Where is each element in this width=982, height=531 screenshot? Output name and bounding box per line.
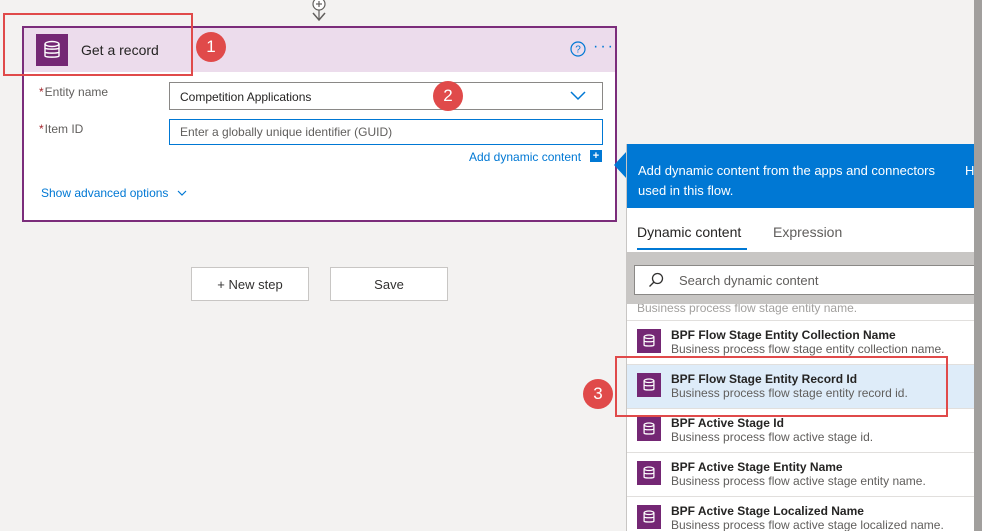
- save-button[interactable]: Save: [330, 267, 448, 301]
- svg-text:?: ?: [575, 45, 581, 56]
- item-id-label: *Item ID: [39, 122, 84, 136]
- search-area: [627, 252, 982, 304]
- panel-header: Add dynamic content from the apps and co…: [627, 144, 982, 208]
- entity-name-dropdown[interactable]: Competition Applications: [169, 82, 603, 110]
- help-icon[interactable]: ?: [570, 41, 586, 57]
- annotation-box-3: [615, 356, 948, 417]
- panel-header-overflow: H: [965, 163, 975, 178]
- tab-expression[interactable]: Expression: [773, 224, 842, 240]
- chevron-down-icon: [177, 190, 187, 196]
- add-dynamic-content-link[interactable]: Add dynamic content: [469, 150, 581, 164]
- new-step-button[interactable]: + New step: [191, 267, 309, 301]
- item-title: BPF Active Stage Id: [671, 416, 784, 430]
- item-id-input[interactable]: [170, 120, 602, 144]
- item-description: Business process flow active stage local…: [671, 518, 944, 531]
- connector-arrow-icon: [312, 0, 326, 22]
- list-item-partial: Business process flow stage entity name.: [637, 304, 858, 315]
- panel-tabs: Dynamic content Expression: [627, 208, 982, 252]
- chevron-down-icon: [570, 91, 586, 101]
- annotation-badge-3: 3: [583, 379, 613, 409]
- item-title: BPF Active Stage Localized Name: [671, 504, 864, 518]
- list-item[interactable]: BPF Active Stage Entity Name Business pr…: [627, 452, 982, 496]
- window-edge: [974, 0, 982, 531]
- item-description: Business process flow active stage entit…: [671, 474, 926, 488]
- list-item[interactable]: BPF Active Stage Localized Name Business…: [627, 496, 982, 531]
- add-dynamic-content-icon[interactable]: +: [590, 150, 602, 162]
- dynamic-content-list: Business process flow stage entity name.…: [627, 304, 982, 531]
- database-icon: [637, 329, 661, 353]
- show-advanced-options-link[interactable]: Show advanced options: [41, 186, 187, 200]
- database-icon: [637, 461, 661, 485]
- item-description: Business process flow stage entity colle…: [671, 342, 945, 356]
- search-input[interactable]: [679, 266, 969, 294]
- panel-header-text: Add dynamic content from the apps and co…: [638, 163, 936, 198]
- tab-dynamic-content[interactable]: Dynamic content: [637, 224, 741, 240]
- search-box[interactable]: [634, 265, 982, 295]
- annotation-box-1: [3, 13, 193, 76]
- database-icon: [637, 417, 661, 441]
- search-icon: [649, 272, 664, 287]
- entity-name-label: *Entity name: [39, 85, 109, 99]
- more-options-icon[interactable]: ···: [593, 38, 615, 56]
- entity-name-value: Competition Applications: [180, 90, 312, 104]
- active-tab-indicator: [637, 248, 747, 250]
- annotation-badge-1: 1: [196, 32, 226, 62]
- dynamic-content-panel: Add dynamic content from the apps and co…: [626, 144, 982, 531]
- item-description: Business process flow active stage id.: [671, 430, 874, 444]
- item-id-input-wrapper[interactable]: [169, 119, 603, 145]
- item-title: BPF Active Stage Entity Name: [671, 460, 843, 474]
- annotation-badge-2: 2: [433, 81, 463, 111]
- item-title: BPF Flow Stage Entity Collection Name: [671, 328, 896, 342]
- database-icon: [637, 505, 661, 529]
